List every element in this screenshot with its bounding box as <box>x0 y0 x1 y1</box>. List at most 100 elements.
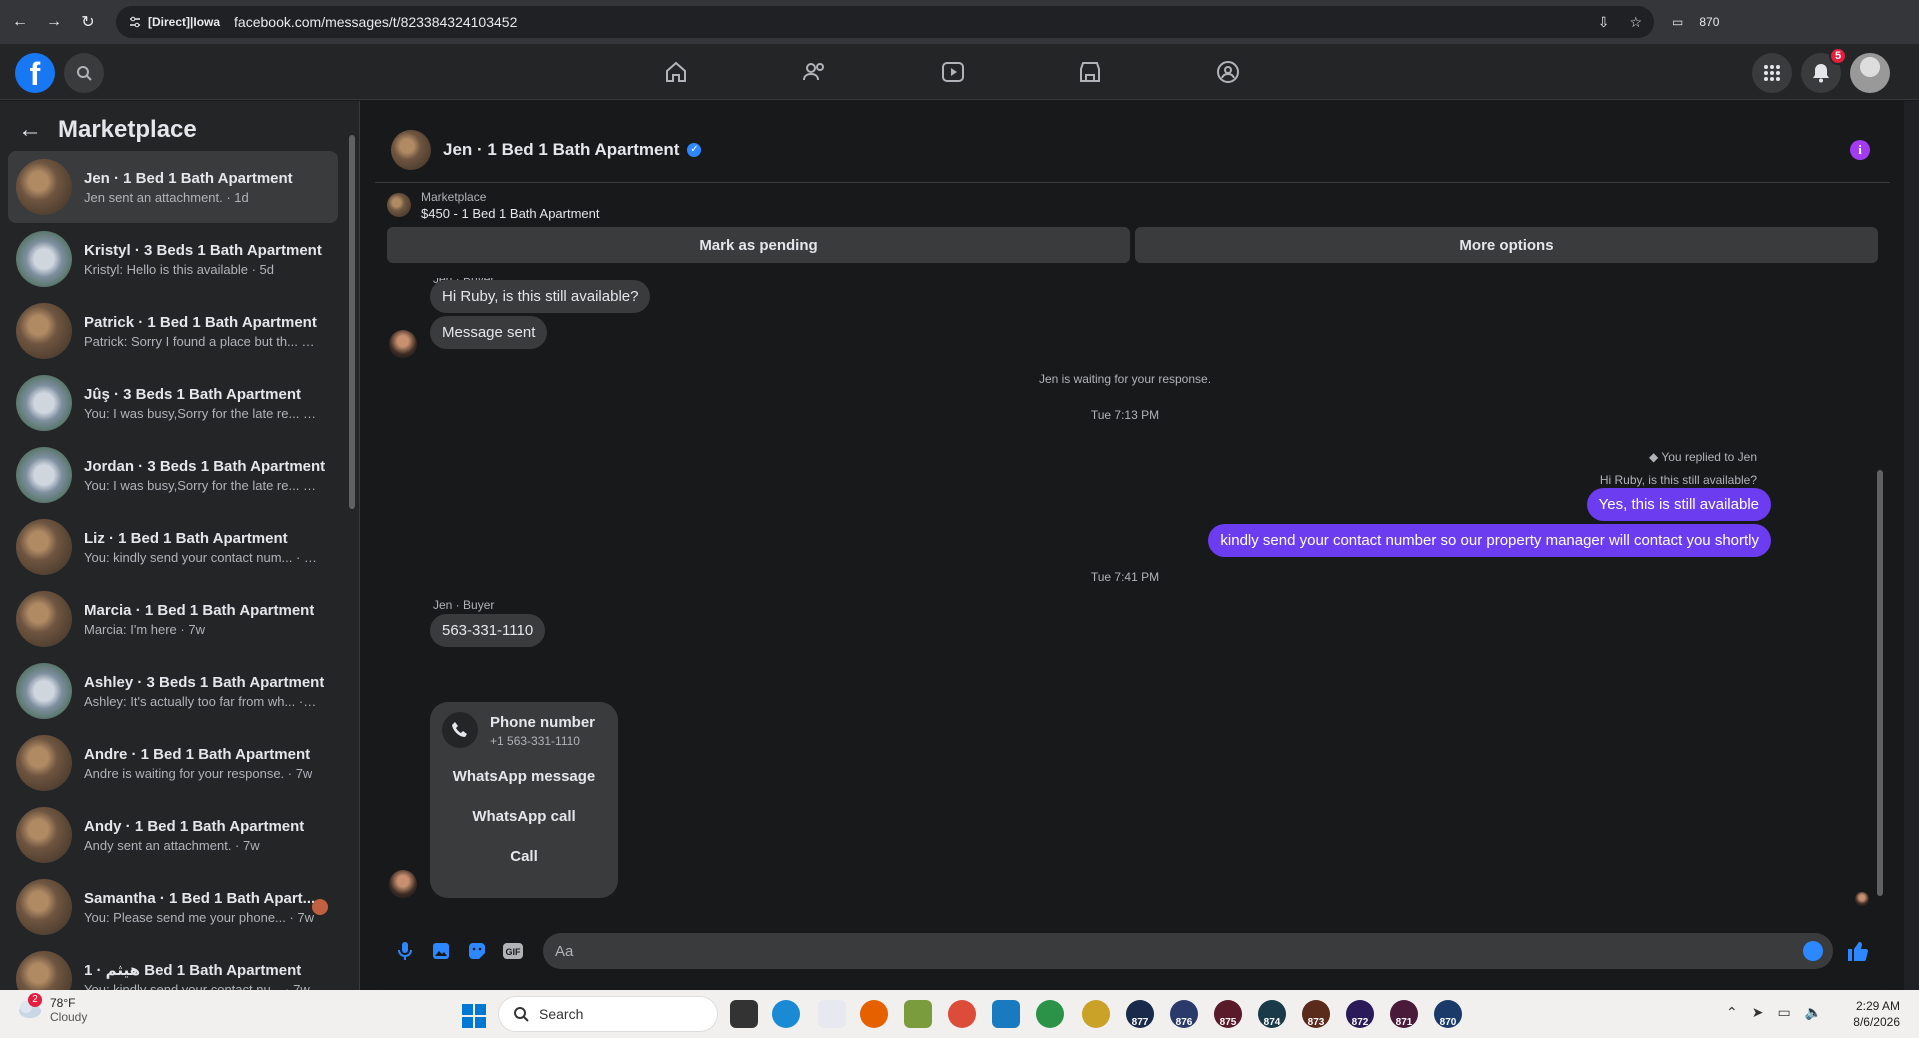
app-icon[interactable] <box>1082 1000 1110 1028</box>
conversation-text: Kristyl · 3 Beds 1 Bath Apartment Kristyl… <box>84 242 322 277</box>
emoji-icon[interactable] <box>1803 941 1823 961</box>
install-app-icon[interactable]: ⇩ <box>1598 14 1610 31</box>
snipping-tool-icon[interactable] <box>818 1000 846 1028</box>
scrollbar-thumb[interactable] <box>349 135 355 509</box>
conversation-item[interactable]: Kristyl · 3 Beds 1 Bath Apartment Kristyl… <box>8 223 338 295</box>
numbered-app-icon[interactable]: 872 <box>1346 1000 1374 1028</box>
phone-card-title: Phone number <box>490 714 596 731</box>
network-icon[interactable]: ▭ <box>1777 1004 1790 1021</box>
info-icon[interactable]: i <box>1850 140 1870 160</box>
conversation-item[interactable]: Jûş · 3 Beds 1 Bath Apartment You: I was … <box>8 367 338 439</box>
forward-arrow-icon[interactable]: → <box>40 8 68 36</box>
call-option[interactable]: Call <box>430 848 618 865</box>
site-info[interactable]: [Direct]|Iowa <box>128 15 220 29</box>
sender-avatar[interactable] <box>389 870 417 898</box>
conversation-item[interactable]: Marcia · 1 Bed 1 Bath Apartment Marcia: I… <box>8 583 338 655</box>
nav-friends[interactable] <box>758 44 870 100</box>
conversation-item[interactable]: هيثم · 1 Bed 1 Bath Apartment You: kindly… <box>8 943 338 990</box>
conversation-item[interactable]: Jen · 1 Bed 1 Bath Apartment Jen sent an … <box>8 151 338 223</box>
system-tray: ⌃ ➤ ▭ 🔈 <box>1726 1004 1822 1021</box>
back-arrow-icon[interactable]: ← <box>6 8 34 36</box>
microphone-icon[interactable] <box>387 933 423 969</box>
windows-start-icon[interactable] <box>462 1004 486 1028</box>
editor-app-icon[interactable] <box>904 1000 932 1028</box>
nav-video[interactable] <box>897 44 1009 100</box>
numbered-app-icon[interactable]: 871 <box>1390 1000 1418 1028</box>
conversation-item[interactable]: Ashley · 3 Beds 1 Bath Apartment Ashley: … <box>8 655 338 727</box>
conversation-thumbnail <box>16 159 72 215</box>
message-input[interactable]: Aa <box>543 933 1833 969</box>
conversation-item[interactable]: Liz · 1 Bed 1 Bath Apartment You: kindly … <box>8 511 338 583</box>
message-scrollbar[interactable] <box>1875 278 1885 912</box>
numbered-app-icon[interactable]: 874 <box>1258 1000 1286 1028</box>
conversation-item[interactable]: Samantha · 1 Bed 1 Bath Apart... You: Ple… <box>8 871 338 943</box>
video-icon <box>942 62 964 82</box>
incoming-message[interactable]: 563-331-1110 <box>430 614 546 647</box>
conversation-item[interactable]: Andre · 1 Bed 1 Bath Apartment Andre is w… <box>8 727 338 799</box>
page-scrollbar[interactable] <box>1904 101 1919 990</box>
whatsapp-call-option[interactable]: WhatsApp call <box>430 808 618 825</box>
app-icon[interactable] <box>992 1000 1020 1028</box>
sticker-icon[interactable] <box>459 933 495 969</box>
like-thumb-icon[interactable] <box>1839 933 1875 969</box>
nav-groups[interactable] <box>1172 44 1284 100</box>
taskbar-search[interactable]: Search <box>498 996 718 1032</box>
search-icon <box>514 1007 529 1022</box>
numbered-app-icon[interactable]: 876 <box>1170 1000 1198 1028</box>
listing-info[interactable]: Marketplace $450 - 1 Bed 1 Bath Apartmen… <box>375 183 1890 227</box>
address-bar[interactable]: [Direct]|Iowa facebook.com/messages/t/82… <box>116 6 1654 38</box>
location-icon[interactable]: ➤ <box>1752 1004 1764 1021</box>
chevron-up-icon[interactable]: ⌃ <box>1726 1004 1738 1021</box>
task-view-icon[interactable] <box>730 1000 758 1028</box>
menu-button[interactable] <box>1752 53 1792 93</box>
firefox-icon[interactable] <box>860 1000 888 1028</box>
numbered-app-icon[interactable]: 877 <box>1126 1000 1154 1028</box>
sidebar-title: Marketplace <box>58 116 197 143</box>
mark-as-pending-button[interactable]: Mark as pending <box>387 227 1130 263</box>
conversation-item[interactable]: Jordan · 3 Beds 1 Bath Apartment You: I w… <box>8 439 338 511</box>
conversation-item[interactable]: Andy · 1 Bed 1 Bath Apartment Andy sent a… <box>8 799 338 871</box>
sender-avatar[interactable] <box>389 330 417 358</box>
search-button[interactable] <box>64 53 104 93</box>
numbered-app-icon[interactable]: 870 <box>1434 1000 1462 1028</box>
facebook-logo-icon[interactable]: f <box>15 53 55 93</box>
gif-icon[interactable]: GIF <box>495 933 531 969</box>
nav-marketplace[interactable] <box>1034 44 1146 100</box>
quoted-message[interactable]: Hi Ruby, is this still available? <box>1600 473 1757 487</box>
clock-date: 8/6/2026 <box>1853 1015 1900 1029</box>
conversation-text: هيثم · 1 Bed 1 Bath Apartment You: kindly… <box>84 961 310 990</box>
chat-avatar[interactable] <box>391 130 431 170</box>
chat-title[interactable]: Jen · 1 Bed 1 Bath Apartment <box>443 140 679 160</box>
url-text[interactable]: facebook.com/messages/t/823384324103452 <box>234 14 517 30</box>
conversation-preview: Patrick: Sorry I found a place but th...… <box>84 333 318 349</box>
reload-icon[interactable]: ↻ <box>74 8 102 36</box>
more-options-button[interactable]: More options <box>1135 227 1878 263</box>
scrollbar-thumb[interactable] <box>1877 470 1883 896</box>
whatsapp-message-option[interactable]: WhatsApp message <box>430 768 618 785</box>
conversation-item[interactable]: Patrick · 1 Bed 1 Bath Apartment Patrick:… <box>8 295 338 367</box>
bookmark-star-icon[interactable]: ☆ <box>1629 14 1642 31</box>
numbered-app-icon[interactable]: 873 <box>1302 1000 1330 1028</box>
incoming-message[interactable]: Hi Ruby, is this still available? <box>430 280 651 313</box>
groups-icon <box>1217 61 1239 83</box>
volume-icon[interactable]: 🔈 <box>1805 1004 1822 1021</box>
tab-search-icon[interactable]: ▭ <box>1672 15 1683 29</box>
incoming-message[interactable]: Message sent <box>430 316 548 349</box>
photo-icon[interactable] <box>423 933 459 969</box>
message-placeholder: Aa <box>555 942 574 960</box>
edge-browser-icon[interactable] <box>772 1000 800 1028</box>
outgoing-message[interactable]: kindly send your contact number so our p… <box>1208 524 1771 557</box>
profile-avatar[interactable] <box>1850 53 1890 93</box>
numbered-app-icon[interactable]: 875 <box>1214 1000 1242 1028</box>
chrome-profile-icon[interactable] <box>1036 1000 1064 1028</box>
chrome-icon[interactable] <box>948 1000 976 1028</box>
conversation-preview: Jen sent an attachment. · 1d <box>84 189 249 205</box>
conversation-preview: You: I was busy,Sorry for the late re...… <box>84 405 318 421</box>
back-arrow-icon[interactable]: ← <box>18 116 42 144</box>
sidebar-scrollbar[interactable] <box>348 121 356 981</box>
weather-widget[interactable]: 2 78°F Cloudy <box>16 993 87 1024</box>
notifications-button[interactable]: 5 <box>1801 47 1847 93</box>
outgoing-message[interactable]: Yes, this is still available <box>1586 488 1771 521</box>
nav-home[interactable] <box>620 44 732 100</box>
system-clock[interactable]: 2:29 AM 8/6/2026 <box>1840 998 1900 1030</box>
